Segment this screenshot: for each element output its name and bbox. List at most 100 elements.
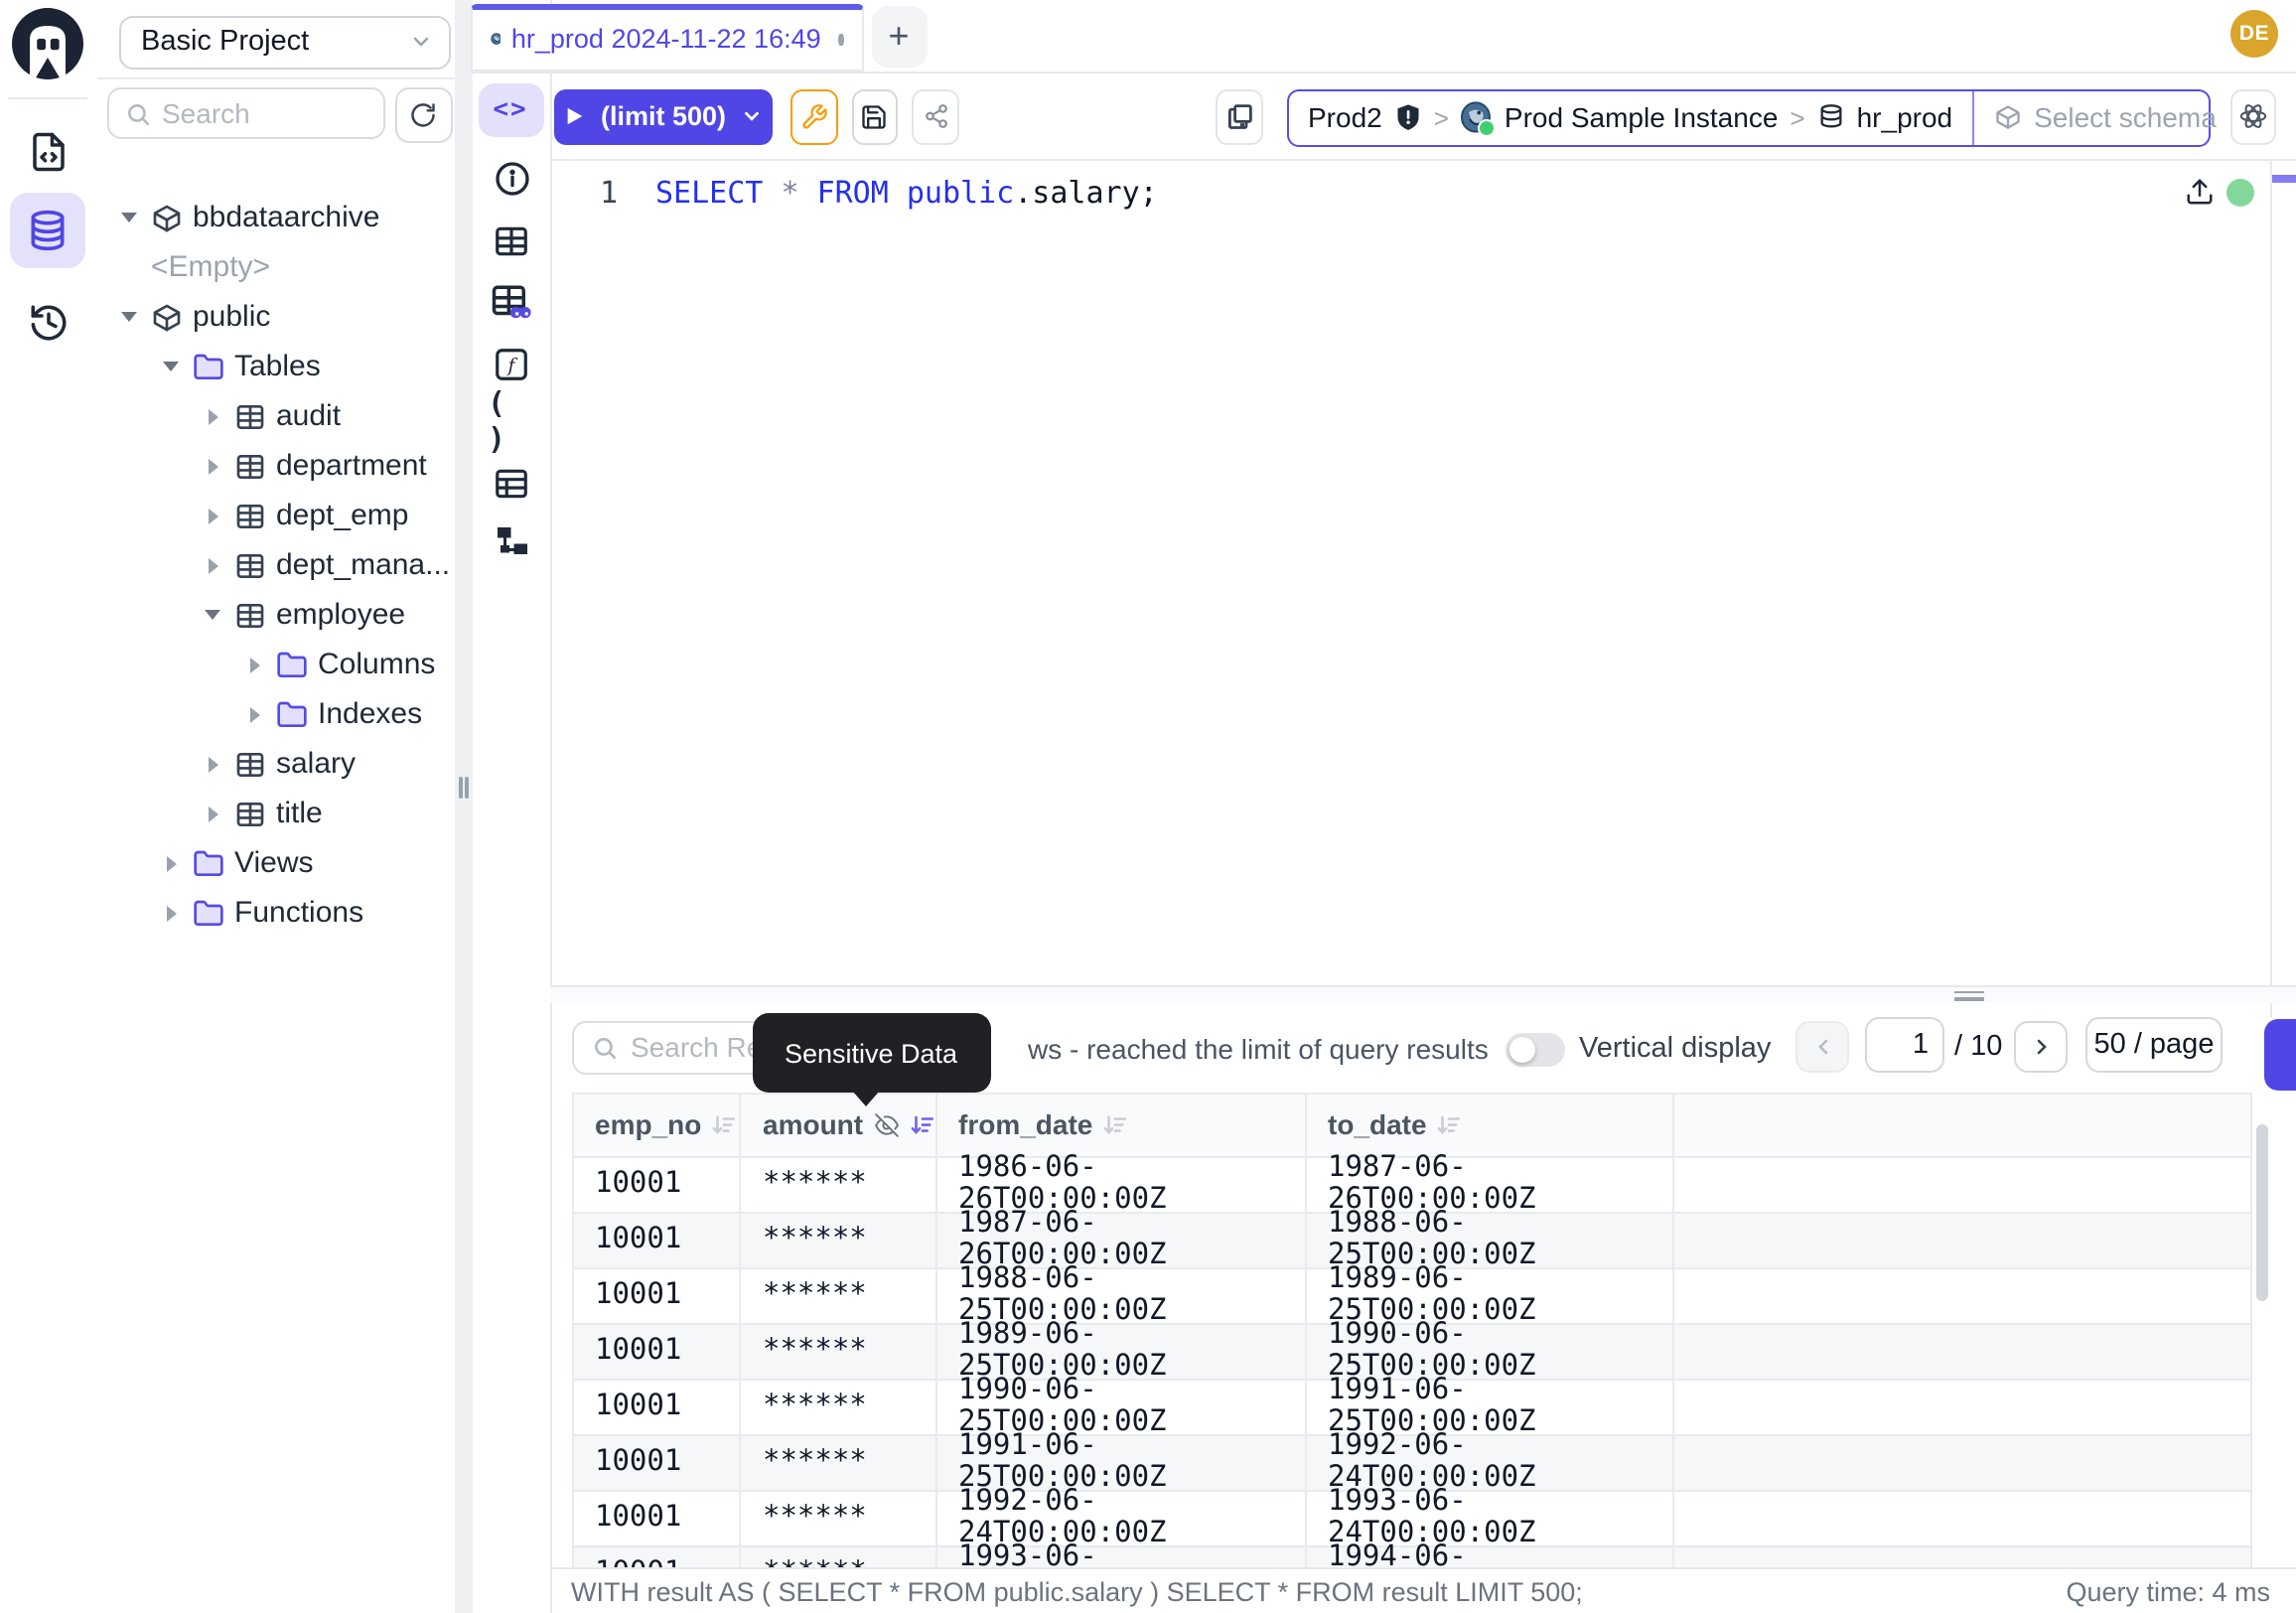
masked-table-icon[interactable] <box>488 278 535 326</box>
caret-right-icon[interactable] <box>201 408 224 424</box>
tree-item-audit[interactable]: audit <box>96 391 454 441</box>
prev-page-button[interactable] <box>1795 1020 1849 1073</box>
caret-right-icon[interactable] <box>201 508 224 523</box>
batch-query-button[interactable] <box>1216 89 1262 144</box>
add-tab-button[interactable]: + <box>871 6 927 68</box>
cell-emp_no: 10001 <box>571 1546 741 1567</box>
table-rows-icon[interactable] <box>488 459 535 507</box>
sort-icon[interactable] <box>711 1111 737 1137</box>
sql-token <box>799 174 817 210</box>
editor-scrollbar-marker[interactable] <box>2271 175 2296 182</box>
tree-item-salary[interactable]: salary <box>96 739 454 789</box>
table-icon[interactable] <box>488 217 535 264</box>
tree-item-public[interactable]: public <box>96 292 454 342</box>
caret-right-icon[interactable] <box>242 657 266 672</box>
caret-right-icon[interactable] <box>242 706 266 722</box>
caret-right-icon[interactable] <box>159 905 183 921</box>
tree-item-tables[interactable]: Tables <box>96 342 454 391</box>
next-page-button[interactable] <box>2014 1020 2068 1073</box>
page-number-input[interactable]: 1 <box>1865 1017 1944 1072</box>
refresh-icon[interactable] <box>394 86 453 143</box>
column-header-emp_no[interactable]: emp_no <box>571 1094 741 1157</box>
tree-item--empty-[interactable]: <Empty> <box>96 242 454 292</box>
format-wrench-button[interactable] <box>789 89 837 144</box>
tree-item-label: bbdataarchive <box>193 201 379 234</box>
table-row[interactable]: 10001******1989-06-25T00:00:00Z1990-06-2… <box>571 1324 2252 1380</box>
table-row[interactable]: 10001******1993-06-24T00:00:00Z1994-06-2… <box>571 1546 2252 1567</box>
tree-item-dept-mana-[interactable]: dept_mana... <box>96 540 454 590</box>
tree-item-title[interactable]: title <box>96 789 454 838</box>
run-query-button[interactable]: (limit 500) <box>554 88 773 144</box>
save-button[interactable] <box>851 89 898 144</box>
cell-empty <box>1674 1435 2252 1491</box>
function-icon[interactable]: f <box>488 340 535 387</box>
upload-icon[interactable] <box>2185 177 2215 207</box>
tree-item-bbdataarchive[interactable]: bbdataarchive <box>96 193 454 242</box>
panel-resize-handle[interactable] <box>454 0 473 1613</box>
info-icon[interactable] <box>488 155 535 203</box>
cell-to_date: 1994-06-24T00:00:00Z <box>1306 1546 1674 1567</box>
schema-select[interactable]: Select schema <box>1972 90 2236 144</box>
project-select-value: Basic Project <box>141 27 309 59</box>
share-button[interactable] <box>912 89 959 144</box>
table-row[interactable]: 10001******1988-06-25T00:00:00Z1989-06-2… <box>571 1268 2252 1324</box>
tree-item-views[interactable]: Views <box>96 838 454 888</box>
history-icon[interactable] <box>10 284 85 360</box>
worksheet-tab[interactable]: hr_prod 2024-11-22 16:49 <box>470 3 863 72</box>
bytebase-logo[interactable] <box>12 8 83 79</box>
caret-down-icon[interactable] <box>117 312 141 322</box>
tree-item-label: Views <box>234 846 314 880</box>
cell-emp_no: 10001 <box>571 1213 741 1268</box>
parentheses-icon[interactable]: ( ) <box>488 397 535 445</box>
caret-right-icon[interactable] <box>201 806 224 821</box>
tree-item-columns[interactable]: Columns <box>96 640 454 689</box>
results-splitter-handle[interactable] <box>550 985 2296 1003</box>
page-size-select[interactable]: 50 / page <box>2085 1017 2223 1072</box>
caret-down-icon[interactable] <box>159 362 183 371</box>
breadcrumb-separator: > <box>1790 102 1804 132</box>
tree-item-label: department <box>276 449 427 483</box>
sql-editor[interactable]: 1 SELECT * FROM public.salary; <box>574 174 1158 210</box>
caret-down-icon[interactable] <box>201 610 224 620</box>
export-button[interactable] <box>2264 1018 2296 1091</box>
avatar[interactable]: DE <box>2230 10 2278 58</box>
database-nav-icon[interactable] <box>10 193 85 268</box>
column-header-to_date[interactable]: to_date <box>1306 1094 1674 1157</box>
table-row[interactable]: 10001******1992-06-24T00:00:00Z1993-06-2… <box>571 1491 2252 1546</box>
vertical-display-toggle[interactable] <box>1506 1032 1565 1066</box>
ai-assistant-button[interactable] <box>2229 89 2275 144</box>
connection-breadcrumb[interactable]: Prod2 > Prod Sample Instance > hr_pr <box>1286 88 2210 146</box>
table-row[interactable]: 10001******1986-06-26T00:00:00Z1987-06-2… <box>571 1157 2252 1213</box>
sql-editor-tab-icon[interactable]: <> <box>478 82 543 136</box>
folder-icon <box>193 351 224 382</box>
caret-right-icon[interactable] <box>201 557 224 573</box>
tree-item-label: dept_emp <box>276 499 408 532</box>
tree-item-employee[interactable]: employee <box>96 590 454 640</box>
tree-search-input[interactable]: Search <box>106 87 384 139</box>
tree-item-functions[interactable]: Functions <box>96 888 454 938</box>
table-row[interactable]: 10001******1990-06-25T00:00:00Z1991-06-2… <box>571 1380 2252 1435</box>
schema-diagram-icon[interactable] <box>488 518 535 566</box>
table-row[interactable]: 10001******1987-06-26T00:00:00Z1988-06-2… <box>571 1213 2252 1268</box>
caret-down-icon[interactable] <box>117 213 141 222</box>
results-scrollbar[interactable] <box>2256 1124 2267 1301</box>
sort-icon[interactable] <box>1102 1111 1128 1137</box>
column-header-amount[interactable]: amount <box>741 1094 936 1157</box>
tree-item-indexes[interactable]: Indexes <box>96 689 454 739</box>
worksheet-icon[interactable] <box>10 113 85 189</box>
caret-right-icon[interactable] <box>201 756 224 772</box>
environment-label: Prod2 <box>1308 101 1382 133</box>
project-select[interactable]: Basic Project <box>119 15 451 70</box>
table-row[interactable]: 10001******1991-06-25T00:00:00Z1992-06-2… <box>571 1435 2252 1491</box>
tree-item-department[interactable]: department <box>96 441 454 491</box>
caret-right-icon[interactable] <box>159 855 183 871</box>
caret-right-icon[interactable] <box>201 458 224 474</box>
sort-icon[interactable] <box>909 1111 934 1137</box>
sort-icon[interactable] <box>1437 1111 1463 1137</box>
tree-item-dept-emp[interactable]: dept_emp <box>96 491 454 540</box>
tree-item-label: Tables <box>234 350 321 383</box>
eye-off-icon[interactable] <box>873 1111 899 1137</box>
column-header-from_date[interactable]: from_date <box>936 1094 1306 1157</box>
share-icon <box>923 104 948 130</box>
folder-icon <box>276 649 308 680</box>
